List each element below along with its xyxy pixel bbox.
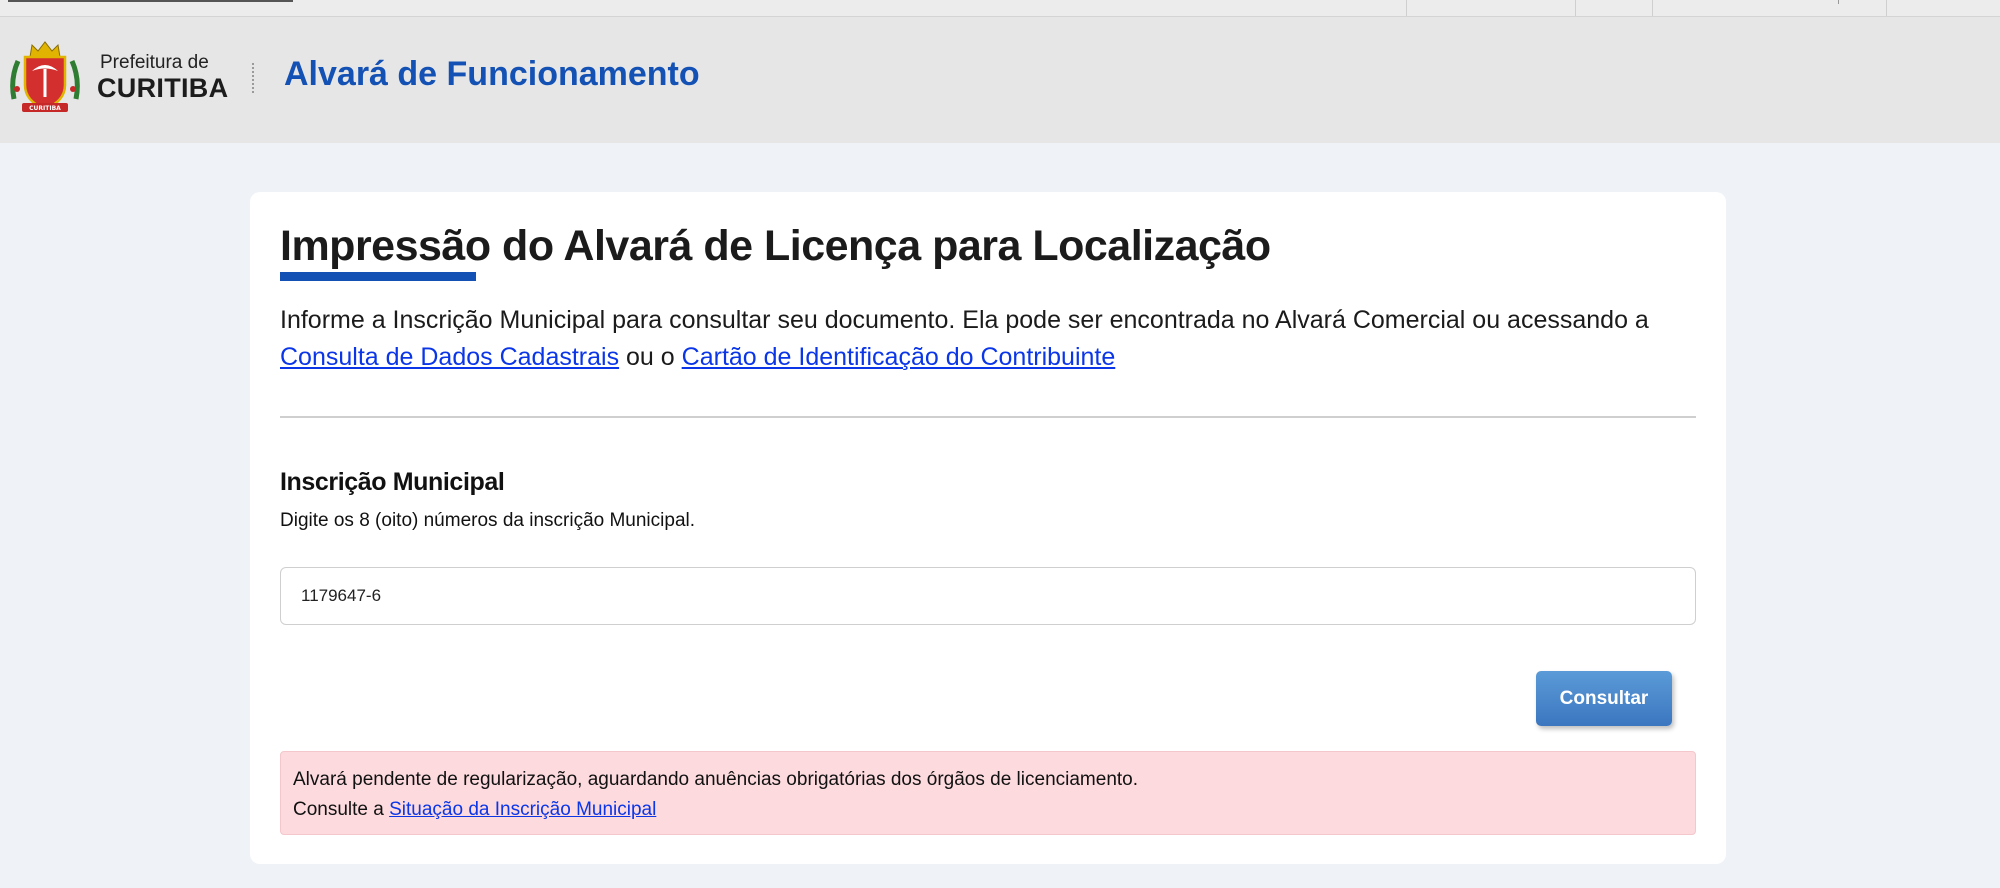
- system-title[interactable]: Alvará de Funcionamento: [284, 55, 700, 94]
- site-header: CURITIBA Prefeitura de CURITIBA Alvará d…: [0, 17, 2000, 143]
- logo-text-main: CURITIBA: [97, 73, 229, 103]
- field-help-text: Digite os 8 (oito) números da inscrição …: [280, 510, 696, 531]
- consultar-button[interactable]: Consultar: [1536, 671, 1672, 726]
- divider: [280, 416, 1696, 418]
- link-cartao-identificacao[interactable]: Cartão de Identificação do Contribuinte: [682, 343, 1116, 371]
- top-bar-separator: [1886, 0, 1887, 16]
- title-accent-bar: [280, 272, 476, 281]
- top-bar-separator: [1575, 0, 1576, 16]
- crest-banner-text: CURITIBA: [29, 105, 61, 112]
- top-bar-underline: [8, 0, 293, 2]
- link-situacao-inscricao[interactable]: Situação da Inscrição Municipal: [389, 799, 656, 820]
- link-consulta-dados-cadastrais[interactable]: Consulta de Dados Cadastrais: [280, 343, 619, 371]
- alert-prefix: Consulte a: [293, 799, 384, 820]
- inscricao-municipal-input[interactable]: [280, 567, 1696, 625]
- top-bar-separator: [1406, 0, 1407, 16]
- alert-second-line: Consulte a Situação da Inscrição Municip…: [293, 795, 1683, 825]
- field-label-inscricao: Inscrição Municipal: [280, 468, 505, 496]
- header-divider: [252, 63, 254, 93]
- intro-paragraph: Informe a Inscrição Municipal para consu…: [280, 302, 1700, 376]
- main-card: Impressão do Alvará de Licença para Loca…: [250, 192, 1726, 864]
- alert-message: Alvará pendente de regularização, aguard…: [293, 769, 1139, 790]
- page-title: Impressão do Alvará de Licença para Loca…: [280, 222, 1271, 270]
- top-bar-separator: [1652, 0, 1653, 16]
- curitiba-crest-icon[interactable]: CURITIBA: [8, 39, 82, 117]
- top-bar-tick: [1832, 0, 1839, 4]
- intro-or-text: ou o: [626, 343, 675, 371]
- alert-pending: Alvará pendente de regularização, aguard…: [280, 751, 1696, 835]
- logo-text-top: Prefeitura de: [100, 52, 209, 73]
- intro-text: Informe a Inscrição Municipal para consu…: [280, 306, 1649, 334]
- gov-top-bar: [0, 0, 2000, 17]
